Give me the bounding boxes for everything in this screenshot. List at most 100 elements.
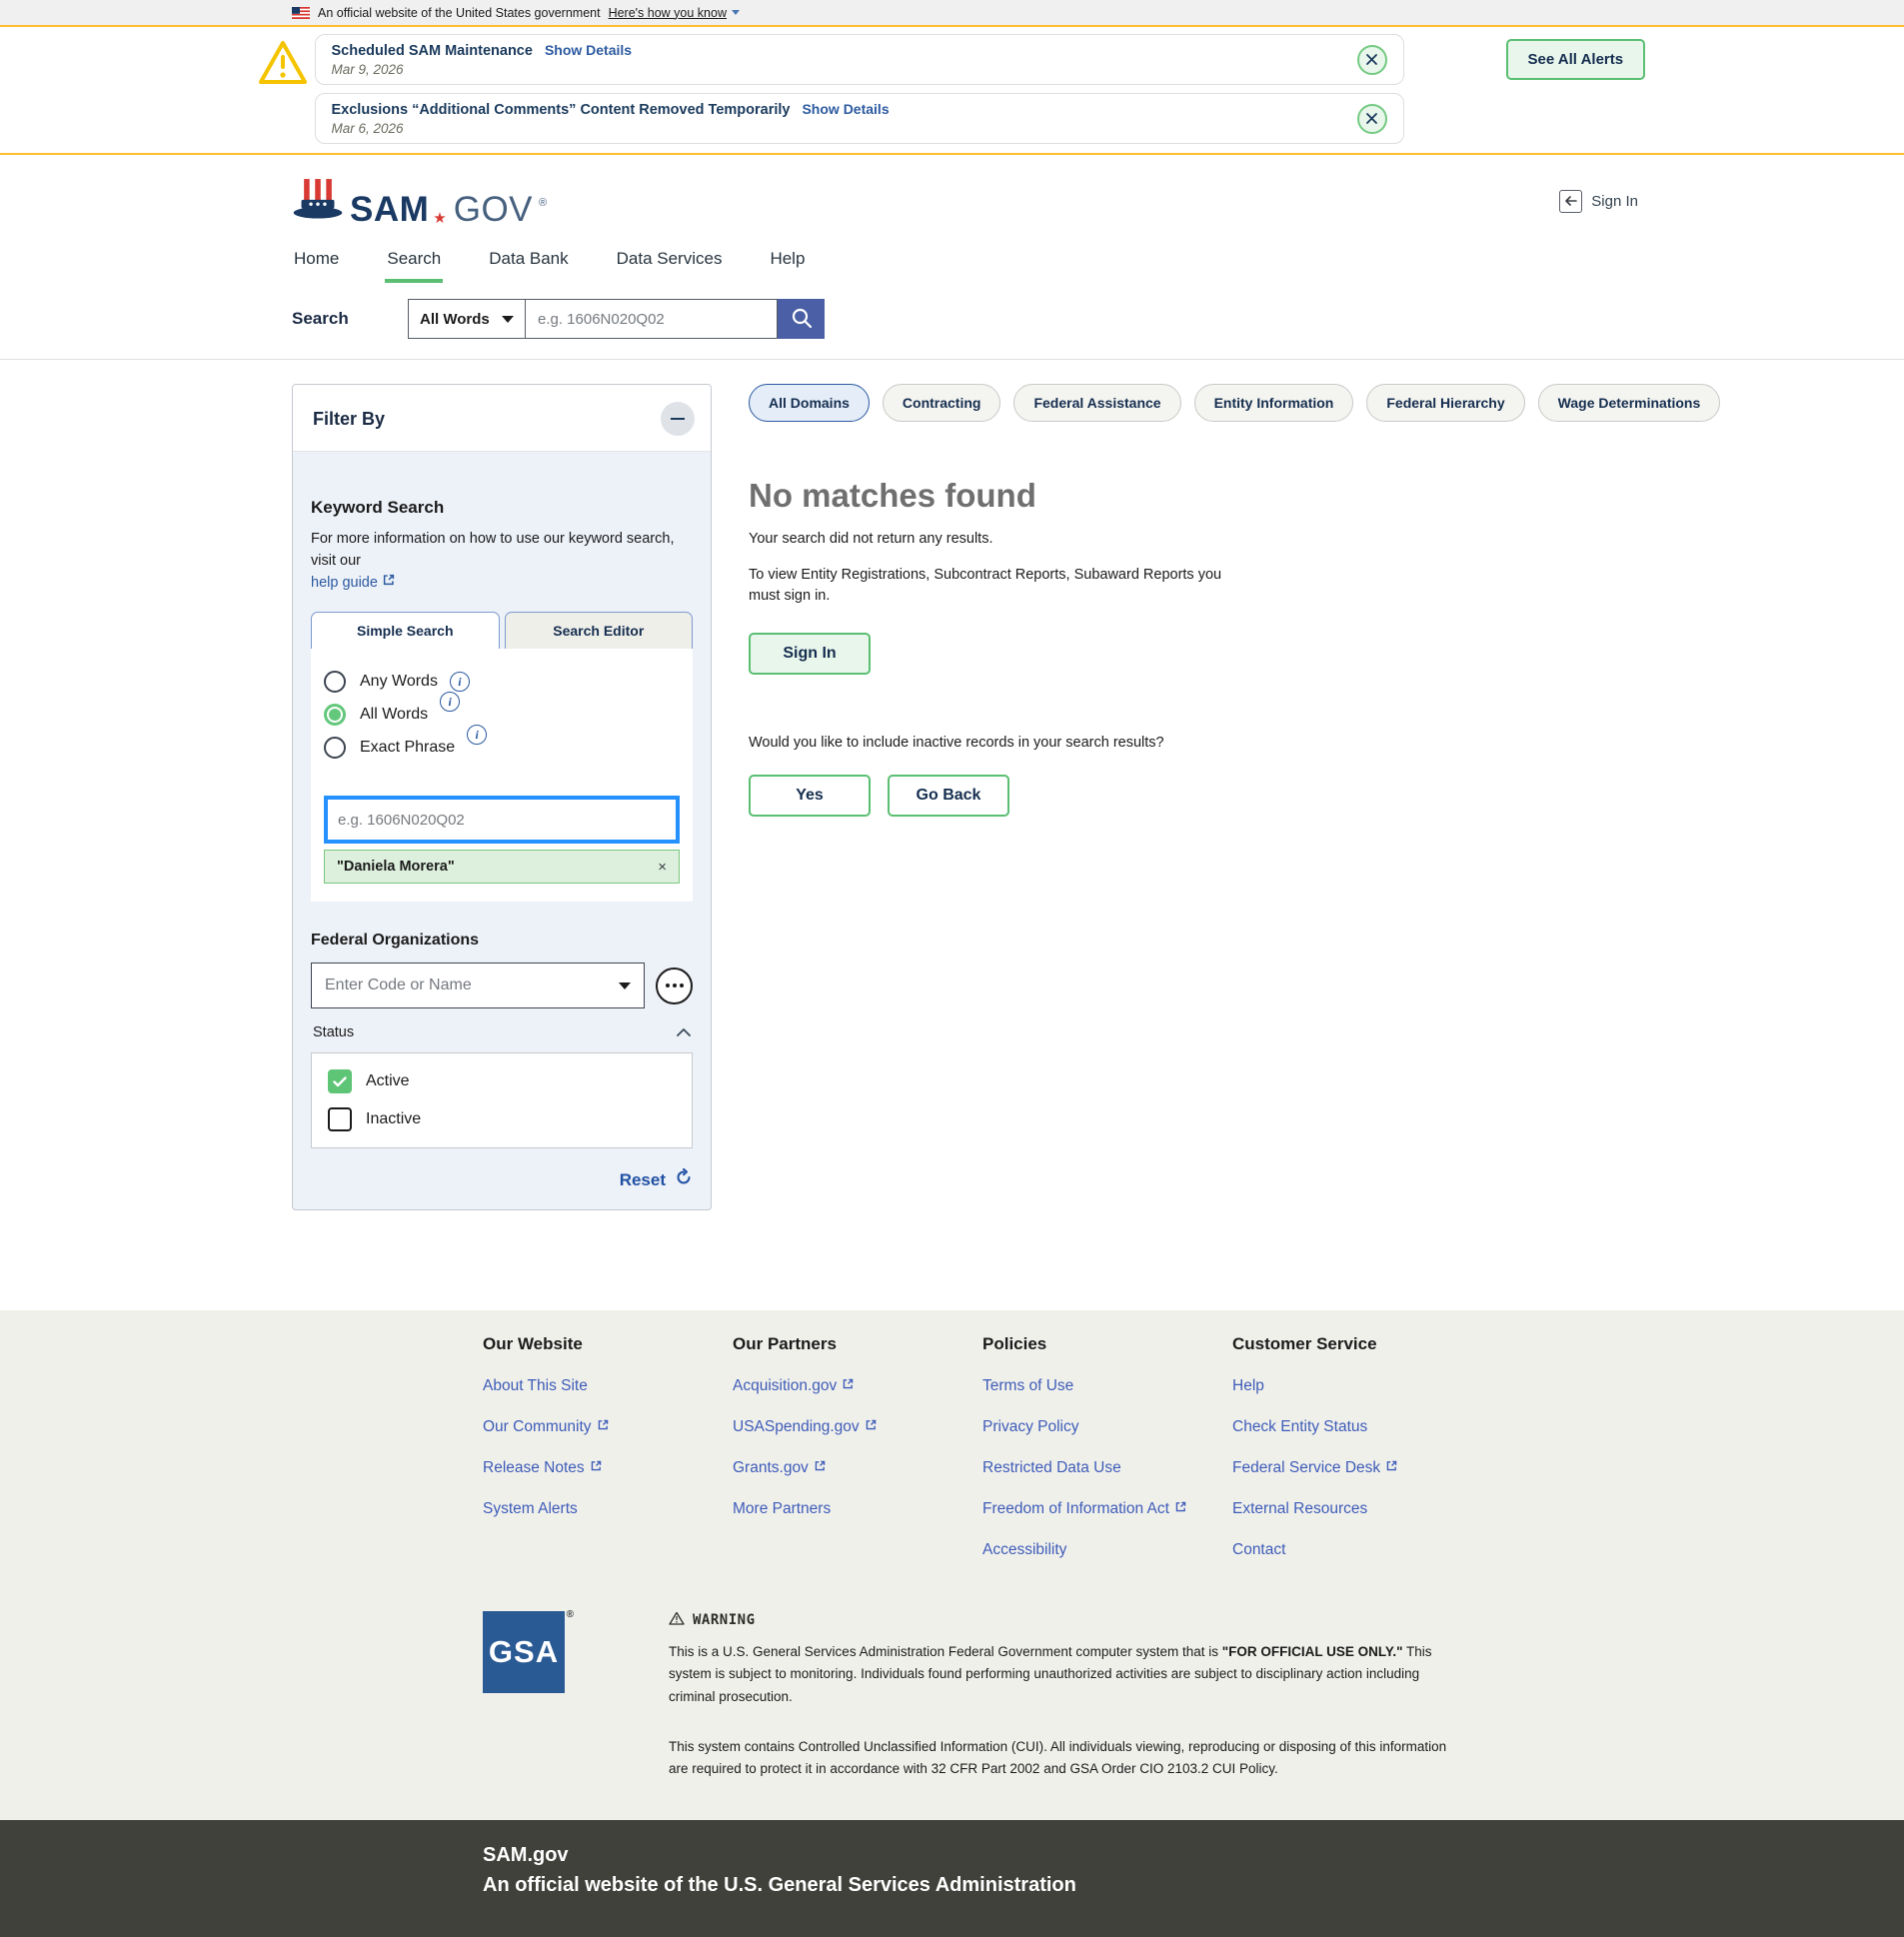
footer-link-contact[interactable]: Contact [1232, 1541, 1482, 1559]
main-nav: Home Search Data Bank Data Services Help [0, 247, 1904, 283]
external-link-icon [1385, 1459, 1398, 1477]
nav-item-home[interactable]: Home [292, 247, 341, 283]
filter-panel: Filter By Keyword Search For more inform… [292, 384, 712, 1210]
pill-federal-assistance[interactable]: Federal Assistance [1013, 384, 1180, 422]
alert-date: Mar 9, 2026 [332, 62, 1339, 77]
nav-item-help[interactable]: Help [768, 247, 807, 283]
nav-item-search[interactable]: Search [385, 247, 443, 283]
alert-date: Mar 6, 2026 [332, 121, 1339, 136]
status-section-toggle[interactable]: Status [311, 1023, 693, 1041]
chevron-down-icon [732, 10, 740, 15]
footer-link-usaspending-gov[interactable]: USASpending.gov [733, 1418, 982, 1436]
footer-link-release-notes[interactable]: Release Notes [483, 1459, 733, 1477]
nav-item-data-bank[interactable]: Data Bank [487, 247, 570, 283]
inactive-records-question: Would you like to include inactive recor… [749, 735, 1758, 751]
pill-federal-hierarchy[interactable]: Federal Hierarchy [1366, 384, 1524, 422]
collapse-filters-button[interactable] [661, 402, 695, 436]
reset-filters[interactable]: Reset [311, 1168, 693, 1191]
gsa-logo: GSA ® [483, 1611, 565, 1693]
footer-link-foia[interactable]: Freedom of Information Act [982, 1500, 1232, 1518]
footer-link-terms-of-use[interactable]: Terms of Use [982, 1377, 1232, 1395]
radio-any-words[interactable] [324, 671, 346, 693]
pill-contracting[interactable]: Contracting [883, 384, 1001, 422]
site-header: SAM ★ GOV ® Sign In [0, 155, 1904, 247]
keyword-input[interactable] [324, 796, 680, 844]
alert-show-details-link[interactable]: Show Details [545, 42, 632, 58]
chip-remove-icon[interactable]: × [658, 859, 667, 876]
go-back-button[interactable]: Go Back [888, 775, 1009, 817]
pill-all-domains[interactable]: All Domains [749, 384, 870, 422]
pill-entity-information[interactable]: Entity Information [1194, 384, 1354, 422]
radio-all-words[interactable] [324, 704, 346, 726]
federal-organizations-select[interactable]: Enter Code or Name [311, 963, 645, 1008]
alert-title: Scheduled SAM Maintenance [332, 43, 533, 59]
select-arrow-icon [619, 982, 631, 989]
us-flag-icon [292, 7, 310, 19]
chevron-up-icon [677, 1023, 691, 1041]
footer-link-privacy-policy[interactable]: Privacy Policy [982, 1418, 1232, 1436]
footer-link-grants-gov[interactable]: Grants.gov [733, 1459, 982, 1477]
footer-link-more-partners[interactable]: More Partners [733, 1500, 982, 1518]
alert-show-details-link[interactable]: Show Details [802, 101, 889, 117]
nav-item-data-services[interactable]: Data Services [615, 247, 725, 283]
sign-in-button[interactable]: Sign In [749, 633, 871, 675]
info-icon[interactable]: i [450, 672, 470, 692]
footer-link-restricted-data-use[interactable]: Restricted Data Use [982, 1459, 1232, 1477]
status-options: Active Inactive [311, 1052, 693, 1148]
external-link-icon [865, 1418, 878, 1436]
keyword-search-heading: Keyword Search [311, 498, 693, 518]
close-icon[interactable] [1357, 104, 1387, 134]
tab-simple-search[interactable]: Simple Search [311, 612, 500, 649]
footer-official-text: An official website of the U.S. General … [483, 1874, 1904, 1897]
checkbox-inactive[interactable] [328, 1107, 352, 1131]
help-guide-link[interactable]: help guide [311, 573, 396, 595]
warning-triangle-icon [257, 38, 309, 91]
footer-link-external-resources[interactable]: External Resources [1232, 1500, 1482, 1518]
minus-icon [671, 418, 685, 421]
info-icon[interactable]: i [467, 725, 487, 745]
footer-link-acquisition-gov[interactable]: Acquisition.gov [733, 1377, 982, 1395]
filter-panel-title: Filter By [313, 409, 385, 430]
reset-icon [675, 1168, 693, 1191]
warning-paragraph-1: This is a U.S. General Services Administ… [669, 1641, 1458, 1708]
footer: Our Website About This Site Our Communit… [0, 1310, 1904, 1820]
footer-link-help[interactable]: Help [1232, 1377, 1482, 1395]
footer-link-about-this-site[interactable]: About This Site [483, 1377, 733, 1395]
tab-search-editor[interactable]: Search Editor [505, 612, 694, 649]
footer-column-our-partners: Our Partners Acquisition.gov USASpending… [733, 1334, 982, 1559]
info-icon[interactable]: i [440, 692, 460, 712]
radio-any-words-label: Any Words [360, 673, 438, 691]
radio-exact-phrase[interactable] [324, 737, 346, 759]
external-link-icon [590, 1459, 603, 1477]
external-link-icon [382, 573, 396, 595]
sign-in-link[interactable]: Sign In [1559, 190, 1638, 213]
warning-paragraph-2: This system contains Controlled Unclassi… [669, 1736, 1458, 1781]
close-icon[interactable] [1357, 45, 1387, 75]
radio-all-words-label: All Words [360, 706, 428, 724]
pill-wage-determinations[interactable]: Wage Determinations [1538, 384, 1721, 422]
checkbox-active-label: Active [366, 1072, 410, 1090]
simple-search-tab-content: Any Words i All Words i Exact Phrase i "… [311, 649, 693, 902]
select-arrow-icon [502, 316, 514, 323]
footer-link-system-alerts[interactable]: System Alerts [483, 1500, 733, 1518]
banner-text: An official website of the United States… [318, 6, 601, 20]
yes-button[interactable]: Yes [749, 775, 871, 817]
checkbox-active[interactable] [328, 1069, 352, 1093]
search-row-label: Search [292, 309, 408, 329]
dark-footer: SAM.gov An official website of the U.S. … [0, 1820, 1904, 1937]
org-more-options-button[interactable] [656, 968, 693, 1004]
gov-banner: An official website of the United States… [0, 0, 1904, 27]
warning-title: WARNING [693, 1612, 756, 1628]
footer-link-federal-service-desk[interactable]: Federal Service Desk [1232, 1459, 1482, 1477]
search-input[interactable] [526, 299, 778, 339]
search-button[interactable] [778, 299, 825, 339]
see-all-alerts-button[interactable]: See All Alerts [1506, 39, 1646, 80]
search-mode-select[interactable]: All Words [408, 299, 526, 339]
footer-link-check-entity-status[interactable]: Check Entity Status [1232, 1418, 1482, 1436]
footer-link-accessibility[interactable]: Accessibility [982, 1541, 1232, 1559]
footer-link-our-community[interactable]: Our Community [483, 1418, 733, 1436]
checkbox-inactive-label: Inactive [366, 1110, 421, 1128]
banner-how-you-know-link[interactable]: Here's how you know [609, 6, 740, 20]
sam-gov-logo[interactable]: SAM ★ GOV ® [292, 176, 547, 227]
search-row: Search All Words [0, 283, 1904, 360]
